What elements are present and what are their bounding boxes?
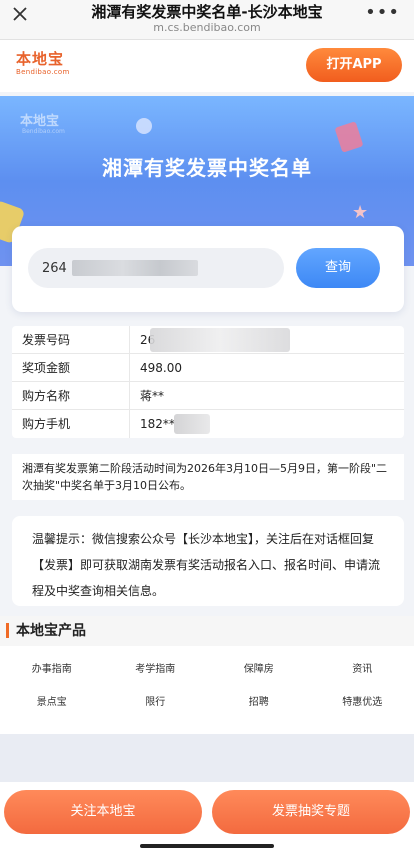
row-key: 发票号码 [12,326,130,353]
bendibao-logo[interactable]: 本地宝 Bendibao.com [16,50,78,84]
result-table: 发票号码 26 奖项金额 498.00 购方名称 蒋** 购方手机 182***… [12,326,404,438]
page-url: m.cs.bendibao.com [153,21,261,34]
watermark-logo-en: Bendibao.com [22,128,65,135]
table-row: 购方名称 蒋** [12,382,404,410]
decor-card-icon [334,121,364,153]
row-value: 26 [130,326,404,353]
row-value: 182**** [130,410,404,438]
logo-subtext: Bendibao.com [16,68,70,76]
follow-button[interactable]: 关注本地宝 [4,790,202,834]
watermark-logo: 本地宝 [20,114,60,129]
open-app-button[interactable]: 打开APP [306,48,402,82]
hero-title: 湘潭有奖发票中奖名单 [102,156,312,180]
search-card: 查询 [12,226,404,312]
browser-top-bar: 湘潭有奖发票中奖名单-长沙本地宝 m.cs.bendibao.com ••• [0,0,414,40]
tip-box: 温馨提示：微信搜索公众号【长沙本地宝】，关注后在对话框回复【发票】即可获取湖南发… [12,516,404,606]
decor-ball-icon [136,118,152,134]
products-section: 本地宝产品 办事指南 考学指南 保障房 资讯 景点宝 限行 招聘 特惠优选 [0,616,414,734]
logo-text: 本地宝 [16,50,65,68]
prize-amount: 498.00 [140,361,182,375]
page-title: 湘潭有奖发票中奖名单-长沙本地宝 [91,3,323,21]
row-key: 购方手机 [12,410,130,438]
spacer-area [0,734,414,782]
activity-notice: 湘潭有奖发票第二阶段活动时间为2026年3月10日—5月9日，第一阶段"二次抽奖… [12,454,404,500]
product-link[interactable]: 资讯 [311,660,414,675]
masked-invoice-number [150,328,290,352]
masked-phone [174,414,210,434]
product-link[interactable]: 景点宝 [0,693,104,708]
home-indicator [140,844,274,848]
lottery-topic-button[interactable]: 发票抽奖专题 [212,790,410,834]
product-link[interactable]: 保障房 [207,660,311,675]
bottom-action-bar: 关注本地宝 发票抽奖专题 [0,782,414,854]
table-row: 发票号码 26 [12,326,404,354]
table-row: 购方手机 182**** [12,410,404,438]
buyer-name: 蒋** [140,389,165,403]
more-icon[interactable]: ••• [365,2,400,23]
app-header: 本地宝 Bendibao.com 打开APP [0,40,414,92]
products-title: 本地宝产品 [16,623,86,639]
product-link[interactable]: 办事指南 [0,660,104,675]
products-grid: 办事指南 考学指南 保障房 资讯 景点宝 限行 招聘 特惠优选 [0,660,414,708]
product-link[interactable]: 招聘 [207,693,311,708]
decor-star-icon: ★ [352,202,369,223]
product-link[interactable]: 特惠优选 [311,693,414,708]
close-icon[interactable] [10,4,30,24]
product-link[interactable]: 考学指南 [104,660,208,675]
product-link[interactable]: 限行 [104,693,208,708]
masked-input-region [72,260,198,276]
row-key: 奖项金额 [12,354,130,381]
table-row: 奖项金额 498.00 [12,354,404,382]
query-button[interactable]: 查询 [296,248,380,288]
row-key: 购方名称 [12,382,130,409]
